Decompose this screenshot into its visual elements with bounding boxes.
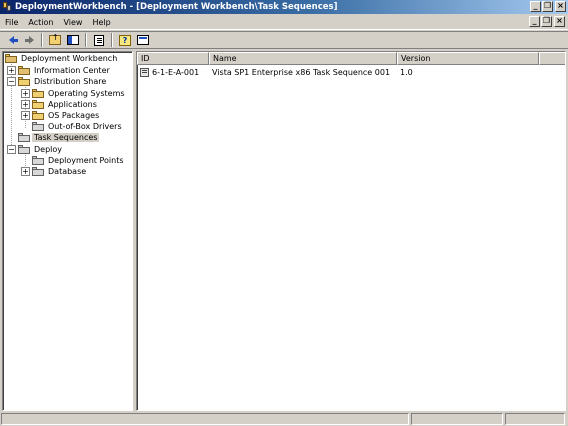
- title-bar: DeploymentWorkbench - [Deployment Workbe…: [0, 0, 568, 14]
- tree-item-out-of-box-drivers[interactable]: Out-of-Box Drivers: [32, 121, 124, 132]
- tree-label: Out-of-Box Drivers: [48, 122, 122, 131]
- tree-item-task-sequences[interactable]: Task Sequences: [18, 132, 100, 143]
- cell-id-text: 6-1-E-A-001: [152, 67, 200, 77]
- folder-icon: [32, 167, 44, 176]
- tree-label: Operating Systems: [48, 89, 125, 98]
- expand-icon[interactable]: +: [21, 111, 30, 120]
- tree-label: Distribution Share: [34, 77, 107, 86]
- folder-icon: [32, 100, 44, 109]
- cell-name: Vista SP1 Enterprise x86 Task Sequence 0…: [212, 67, 391, 77]
- tree-item-root[interactable]: Deployment Workbench: [5, 53, 119, 64]
- tree-label: Information Center: [34, 66, 110, 75]
- child-close-button[interactable]: ×: [554, 16, 565, 27]
- menu-bar: File Action View Help _ ❐ ×: [0, 15, 568, 30]
- status-bar: [0, 412, 568, 426]
- toolbar-separator: [41, 33, 43, 47]
- column-header-id[interactable]: ID: [137, 52, 209, 65]
- menu-action[interactable]: Action: [23, 18, 58, 27]
- collapse-icon[interactable]: −: [7, 77, 16, 86]
- expand-icon[interactable]: +: [7, 66, 16, 75]
- child-minimize-button[interactable]: _: [529, 16, 540, 27]
- menu-view[interactable]: View: [58, 18, 87, 27]
- up-one-level-button[interactable]: [47, 33, 63, 48]
- expand-icon[interactable]: +: [21, 89, 30, 98]
- tree-item-database[interactable]: Database: [32, 166, 88, 177]
- export-list-button[interactable]: [91, 33, 107, 48]
- child-window-controls: _ ❐ ×: [528, 16, 565, 27]
- help-button[interactable]: ?: [117, 33, 133, 48]
- folder-icon: [18, 77, 30, 86]
- list-header: ID Name Version: [137, 52, 565, 65]
- export-list-icon: [94, 34, 104, 46]
- window-controls: _ ❐ ×: [529, 1, 566, 12]
- window-title: DeploymentWorkbench - [Deployment Workbe…: [15, 2, 338, 12]
- tree-label: Task Sequences: [32, 133, 100, 142]
- column-header-version[interactable]: Version: [397, 52, 539, 65]
- column-header-filler: [539, 52, 565, 65]
- properties-button[interactable]: [135, 33, 151, 48]
- tree-item-os-packages[interactable]: OS Packages: [32, 110, 101, 121]
- cell-version: 1.0: [400, 67, 413, 77]
- expand-icon[interactable]: +: [21, 167, 30, 176]
- status-panel-main: [1, 413, 409, 425]
- results-list[interactable]: ID Name Version 6-1-E-A-001 Vista SP1 En…: [136, 51, 566, 411]
- forward-icon: [24, 36, 34, 44]
- minimize-button[interactable]: _: [530, 1, 541, 12]
- properties-icon: [137, 35, 149, 45]
- tree-item-deploy[interactable]: Deploy: [18, 144, 64, 155]
- menu-file[interactable]: File: [0, 18, 23, 27]
- tree-label: Deploy: [34, 145, 63, 154]
- status-panel-2: [411, 413, 503, 425]
- back-button[interactable]: [3, 33, 19, 48]
- toolbar-separator: [85, 33, 87, 47]
- tree-item-applications[interactable]: Applications: [32, 99, 99, 110]
- information-center-icon: [18, 66, 30, 75]
- up-folder-icon: [49, 33, 61, 45]
- toolbar: ?: [0, 31, 568, 49]
- cell-id: 6-1-E-A-001: [137, 67, 209, 77]
- folder-icon: [18, 145, 30, 154]
- forward-button[interactable]: [21, 33, 37, 48]
- tree-label: Applications: [48, 100, 97, 109]
- tree-label: Database: [48, 167, 87, 176]
- tree-label: Deployment Points: [48, 156, 124, 165]
- expand-icon[interactable]: +: [21, 100, 30, 109]
- tree-item-distribution-share[interactable]: Distribution Share: [18, 76, 108, 87]
- tree-label: Deployment Workbench: [21, 54, 118, 63]
- toolbar-separator: [111, 33, 113, 47]
- show-hide-tree-icon: [67, 35, 79, 45]
- child-restore-button[interactable]: ❐: [541, 16, 552, 27]
- console-tree[interactable]: Deployment Workbench + Information Cente…: [2, 51, 133, 411]
- show-hide-tree-button[interactable]: [65, 33, 81, 48]
- folder-icon: [32, 122, 44, 131]
- workbench-icon: [5, 54, 17, 63]
- tree-item-operating-systems[interactable]: Operating Systems: [32, 88, 127, 99]
- tree-label: OS Packages: [48, 111, 100, 120]
- tree-item-deployment-points[interactable]: Deployment Points: [32, 155, 126, 166]
- task-sequence-icon: [140, 67, 150, 77]
- list-row[interactable]: 6-1-E-A-001 Vista SP1 Enterprise x86 Tas…: [137, 66, 539, 78]
- back-icon: [8, 36, 18, 44]
- status-panel-3: [505, 413, 565, 425]
- collapse-icon[interactable]: −: [7, 145, 16, 154]
- column-header-name[interactable]: Name: [209, 52, 397, 65]
- folder-icon: [32, 156, 44, 165]
- menu-help[interactable]: Help: [87, 18, 115, 27]
- deployment-workbench-app-icon[interactable]: [2, 2, 12, 12]
- folder-icon: [18, 133, 30, 142]
- folder-icon: [32, 89, 44, 98]
- os-packages-icon: [32, 111, 44, 120]
- tree-item-information-center[interactable]: Information Center: [18, 65, 112, 76]
- help-icon: ?: [119, 34, 131, 46]
- close-button[interactable]: ×: [555, 1, 566, 12]
- restore-button[interactable]: ❐: [542, 1, 553, 12]
